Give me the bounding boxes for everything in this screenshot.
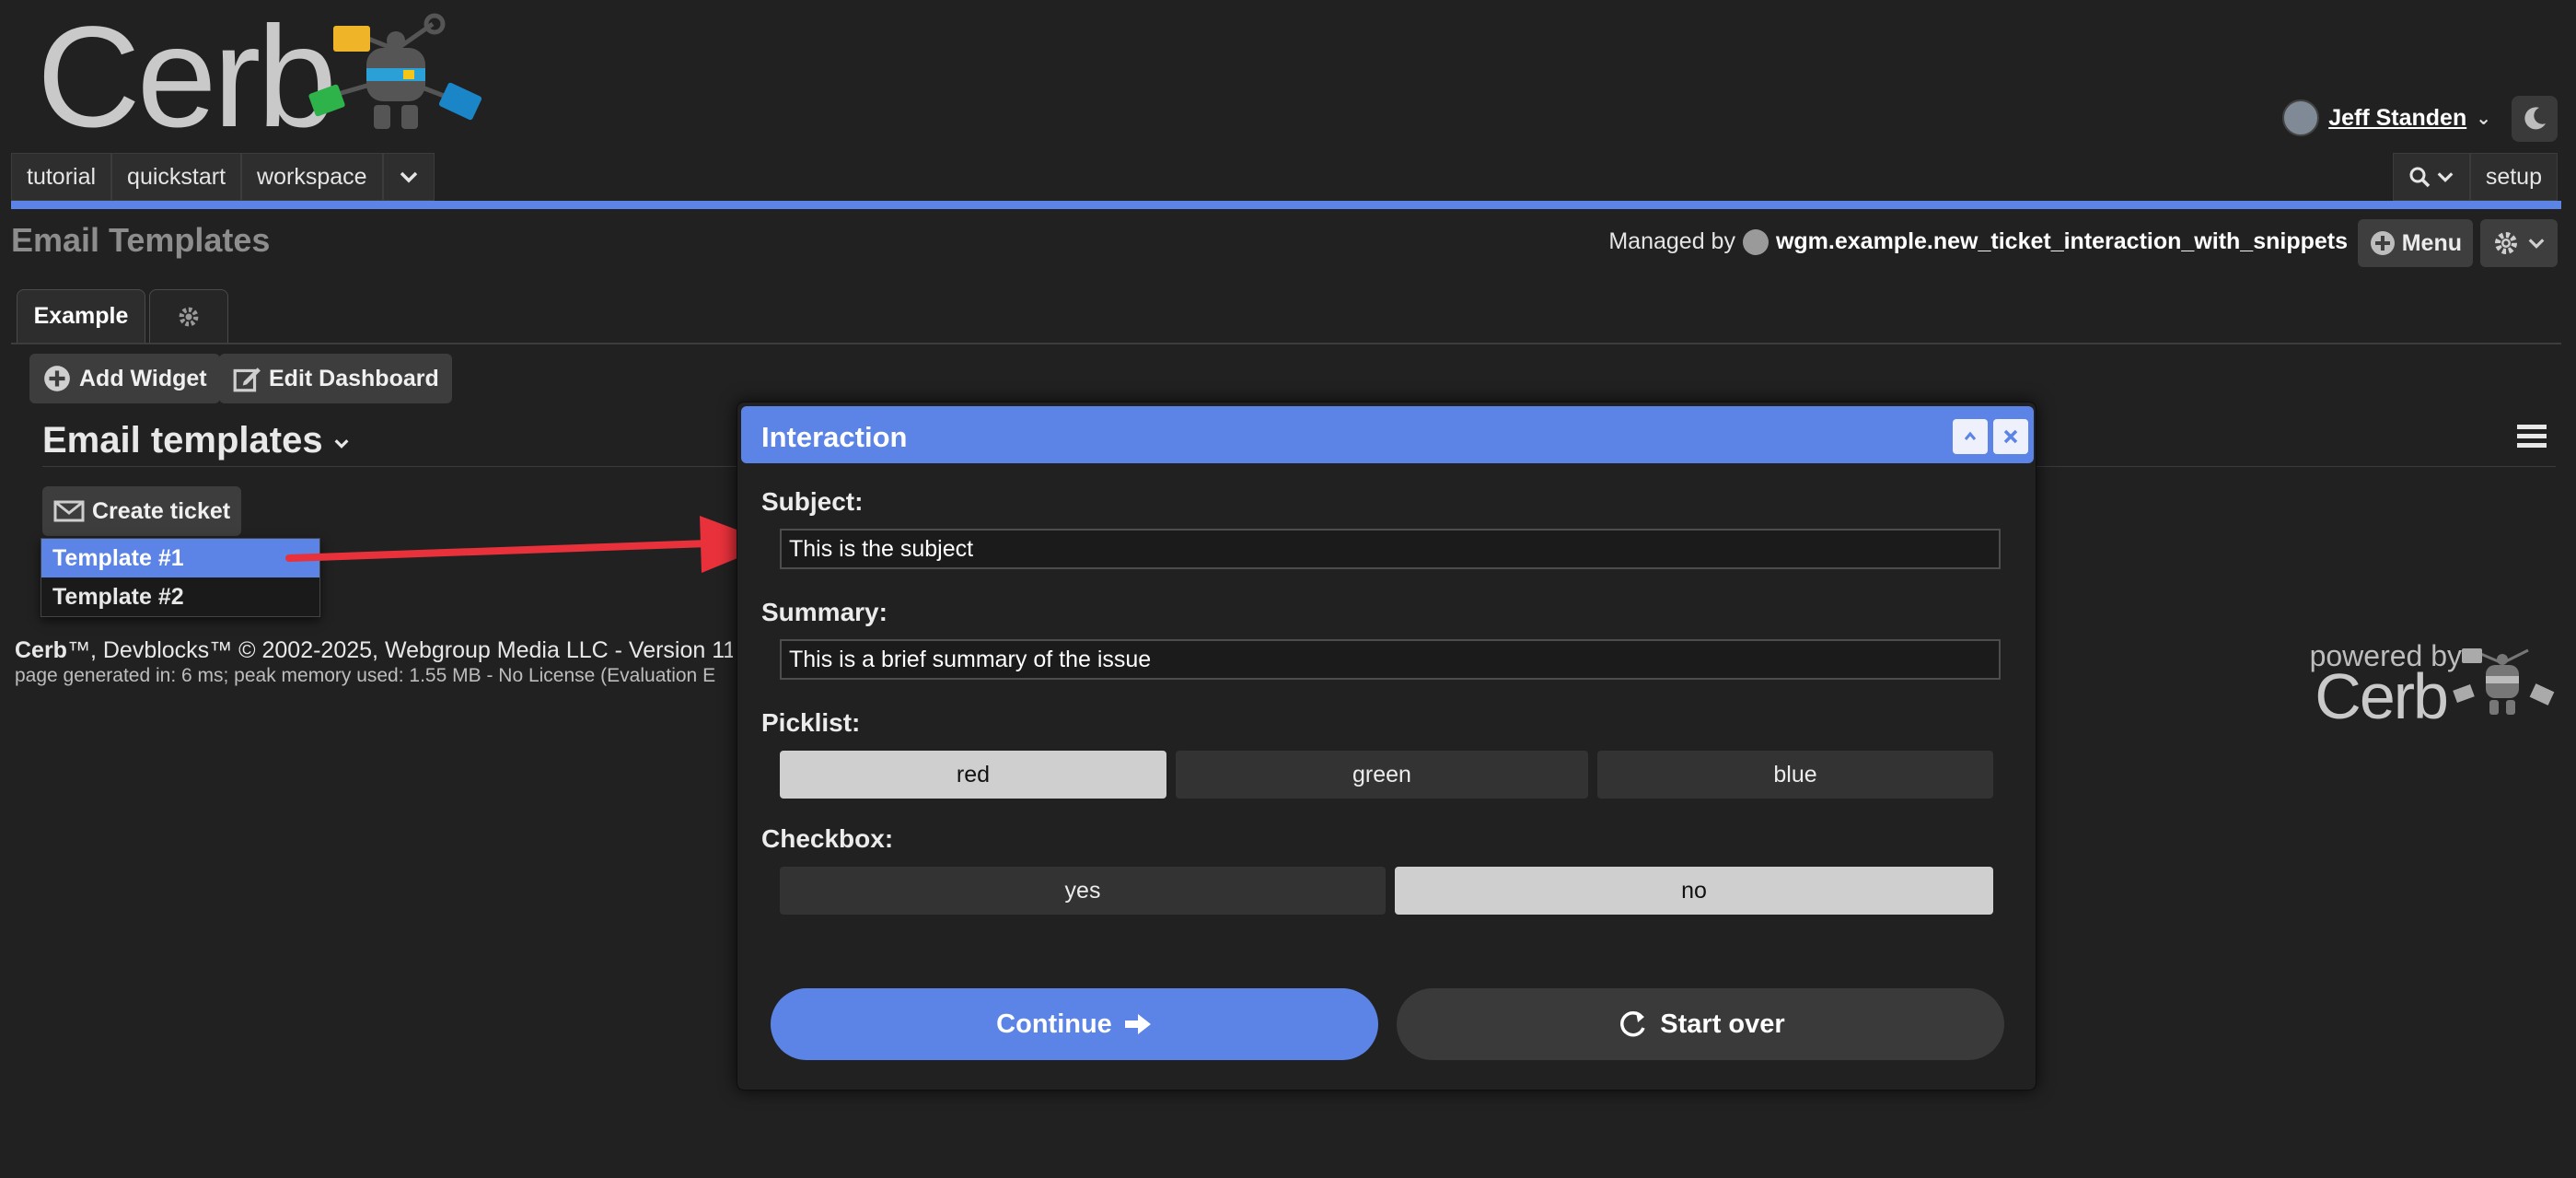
picklist-label: Picklist: — [761, 708, 861, 737]
page-title: Email Templates — [11, 221, 271, 259]
tab-example[interactable]: Example — [17, 289, 145, 343]
managed-by-label: Managed by — [1608, 228, 1735, 254]
robot-mascot-small-icon — [2453, 648, 2555, 715]
user-menu[interactable]: Jeff Standen ⌄ — [2282, 99, 2491, 136]
chevron-down-icon — [334, 439, 349, 449]
dashboard-tabs: Example — [17, 289, 228, 343]
gear-icon — [179, 307, 199, 326]
start-over-label: Start over — [1660, 1009, 1785, 1039]
start-over-button[interactable]: Start over — [1397, 988, 2004, 1060]
dialog-header[interactable]: Interaction — [741, 406, 2034, 463]
globe-icon — [1742, 228, 1769, 255]
nav-tab-workspace[interactable]: workspace — [241, 153, 383, 201]
chevron-down-icon — [2528, 239, 2545, 249]
hamburger-menu-icon[interactable] — [2515, 422, 2548, 451]
create-ticket-button[interactable]: Create ticket — [42, 486, 242, 536]
footer-stats: page generated in: 6 ms; peak memory use… — [15, 665, 716, 686]
dialog-title: Interaction — [761, 421, 908, 453]
refresh-icon — [1620, 1010, 1645, 1037]
moon-icon — [2524, 107, 2546, 130]
dark-mode-toggle[interactable] — [2512, 96, 2558, 142]
nav-accent-bar — [11, 201, 2561, 209]
managed-by: Managed by wgm.example.new_ticket_intera… — [1608, 228, 2348, 255]
edit-dashboard-button[interactable]: Edit Dashboard — [219, 354, 452, 403]
user-name-link[interactable]: Jeff Standen — [2328, 105, 2466, 132]
plus-circle-icon — [2370, 231, 2395, 255]
checkbox-option-no[interactable]: no — [1395, 867, 1993, 915]
edit-icon — [233, 367, 261, 392]
close-icon — [2003, 429, 2018, 444]
interaction-dialog: Interaction Subject: Summary: Picklist: … — [737, 402, 2036, 1091]
plus-circle-icon — [44, 366, 70, 391]
user-avatar — [2282, 99, 2320, 136]
widget-title[interactable]: Email templates — [42, 420, 351, 461]
picklist-option-blue[interactable]: blue — [1597, 751, 1993, 799]
setup-link[interactable]: setup — [2469, 153, 2558, 201]
page-menu-button[interactable]: Menu — [2357, 219, 2473, 267]
subject-input[interactable] — [780, 529, 2001, 569]
create-ticket-label: Create ticket — [92, 497, 231, 524]
nav-tab-quickstart[interactable]: quickstart — [111, 153, 242, 201]
powered-by-cerb-logo[interactable]: Cerb — [2315, 659, 2449, 733]
checkbox-option-yes[interactable]: yes — [780, 867, 1386, 915]
nav-right: setup — [2392, 153, 2558, 201]
managed-by-package-link[interactable]: wgm.example.new_ticket_interaction_with_… — [1776, 228, 2348, 255]
edit-dashboard-label: Edit Dashboard — [269, 365, 439, 391]
search-icon — [2409, 167, 2431, 188]
chevron-down-icon — [400, 171, 417, 183]
footer-copyright-text: ™, Devblocks™ © 2002-2025, Webgroup Medi… — [66, 637, 733, 663]
search-button[interactable] — [2392, 153, 2470, 201]
nav-tab-tutorial[interactable]: tutorial — [11, 153, 112, 201]
continue-button[interactable]: Continue — [771, 988, 1378, 1060]
dialog-close-button[interactable] — [1993, 419, 2028, 454]
dropdown-item-template-2[interactable]: Template #2 — [41, 577, 319, 616]
picklist-option-red[interactable]: red — [780, 751, 1166, 799]
footer-brand: Cerb — [15, 637, 67, 663]
workspace-nav: tutorial quickstart workspace — [11, 153, 435, 201]
picklist-option-green[interactable]: green — [1176, 751, 1588, 799]
cerb-logo[interactable]: Cerb — [37, 6, 337, 149]
page-menu-label: Menu — [2401, 229, 2462, 256]
add-widget-button[interactable]: Add Widget — [29, 354, 220, 403]
summary-label: Summary: — [761, 598, 888, 626]
chevron-down-icon — [2437, 172, 2454, 182]
tab-divider — [11, 343, 2561, 344]
gear-icon — [2495, 232, 2517, 254]
chevron-up-icon — [1964, 431, 1977, 440]
robot-mascot-icon — [308, 13, 482, 129]
nav-more-button[interactable] — [382, 153, 435, 201]
add-widget-label: Add Widget — [79, 365, 207, 391]
subject-label: Subject: — [761, 487, 864, 516]
chevron-down-icon: ⌄ — [2476, 108, 2491, 129]
dialog-minimize-button[interactable] — [1953, 419, 1988, 454]
summary-input[interactable] — [780, 639, 2001, 680]
footer-copyright: Cerb™, Devblocks™ © 2002-2025, Webgroup … — [15, 637, 733, 664]
continue-label: Continue — [996, 1009, 1112, 1039]
checkbox-label: Checkbox: — [761, 824, 894, 853]
page-settings-button[interactable] — [2480, 219, 2558, 267]
tab-settings[interactable] — [149, 289, 228, 343]
widget-title-text: Email templates — [42, 420, 323, 461]
arrow-right-icon — [1124, 1014, 1151, 1034]
envelope-icon — [53, 500, 85, 522]
annotation-arrow — [285, 516, 773, 573]
